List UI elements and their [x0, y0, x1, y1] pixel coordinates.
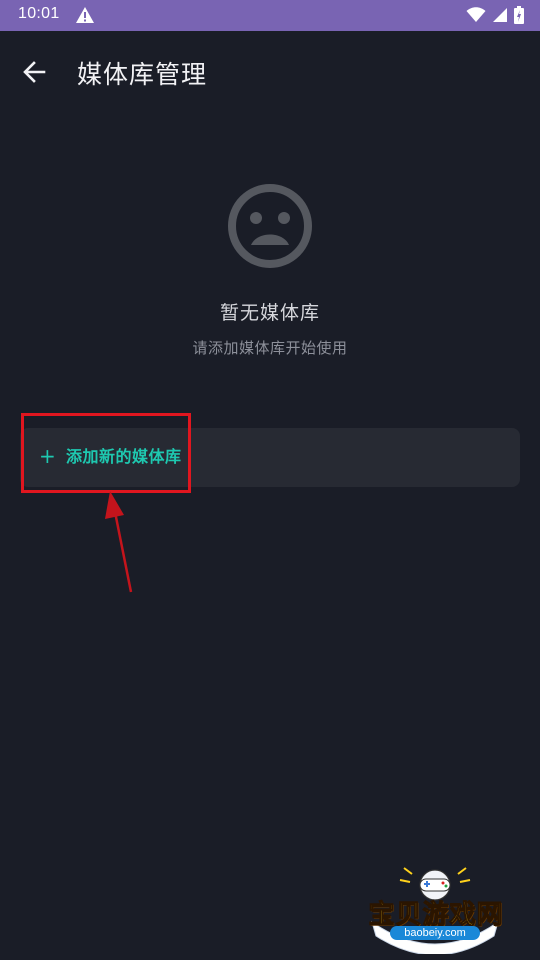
watermark-logo: 宝贝游戏网 baobeiy.com — [360, 862, 510, 954]
battery-icon — [514, 6, 524, 24]
annotation-arrow — [105, 491, 133, 593]
wifi-icon — [466, 7, 486, 22]
status-icons — [466, 5, 524, 25]
app-bar: 媒体库管理 — [0, 31, 540, 111]
watermark-url: baobeiy.com — [390, 926, 480, 940]
status-bar: 10:01 — [0, 0, 540, 31]
status-time: 10:01 — [18, 5, 60, 22]
back-button[interactable] — [14, 51, 56, 93]
arrow-left-icon — [23, 61, 46, 83]
warning-icon — [76, 7, 94, 23]
add-library-label: 添加新的媒体库 — [66, 447, 182, 466]
add-library-button[interactable]: + 添加新的媒体库 — [20, 428, 520, 487]
signal-icon — [493, 8, 507, 22]
page-title: 媒体库管理 — [77, 60, 208, 89]
empty-state-subtitle: 请添加媒体库开始使用 — [192, 339, 348, 357]
empty-state-title: 暂无媒体库 — [219, 302, 320, 324]
plus-icon: + — [39, 444, 56, 468]
sad-face-icon — [228, 184, 312, 268]
